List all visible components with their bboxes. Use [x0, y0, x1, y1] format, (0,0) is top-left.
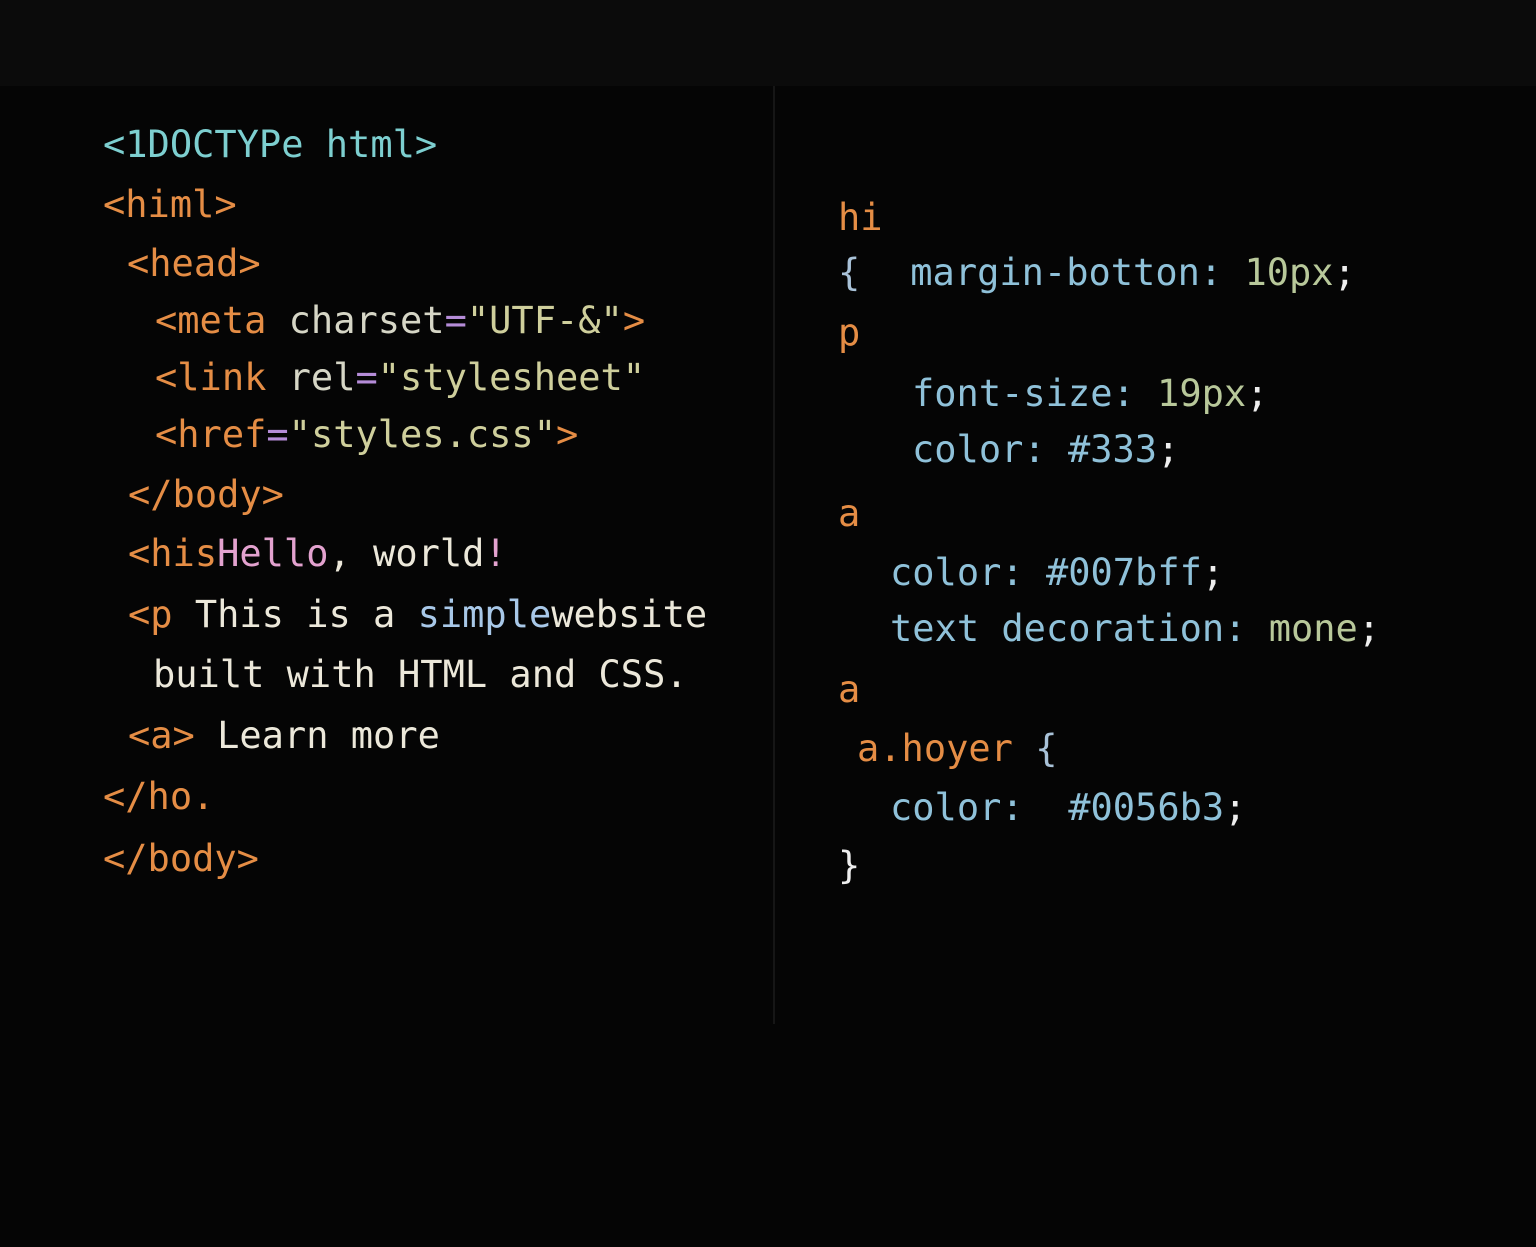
- code-token: color: [912, 428, 1024, 471]
- code-line: text decoration: mone;: [890, 607, 1380, 651]
- code-line: </ho.: [103, 775, 214, 819]
- code-token: color: [890, 786, 1002, 829]
- css-editor-pane[interactable]: hi { margin-botton: 10px; p font-size: 19…: [775, 86, 1536, 1024]
- code-token: {: [838, 251, 861, 294]
- code-token: <href: [155, 413, 267, 456]
- code-line: font-size: 19px;: [912, 372, 1268, 416]
- code-token: "UTF-&": [466, 299, 623, 342]
- code-line: <himl>: [103, 183, 237, 227]
- code-line: p: [838, 311, 860, 355]
- code-token: a.hoyer: [857, 727, 1013, 770]
- code-token: }: [838, 844, 861, 887]
- code-token: This is a: [194, 593, 418, 636]
- code-token: a: [838, 668, 861, 711]
- code-token: :: [1023, 428, 1068, 471]
- code-token: =: [355, 356, 378, 399]
- code-token: "styles.css": [288, 413, 556, 456]
- code-line: color: #333;: [912, 428, 1179, 472]
- code-token: ;: [1201, 551, 1225, 594]
- code-token: :: [1224, 607, 1269, 650]
- code-line: a.hoyer {: [857, 727, 1058, 771]
- code-token: <p: [128, 593, 195, 636]
- code-token: p: [838, 311, 861, 354]
- code-token: !: [484, 532, 507, 575]
- code-token: charset: [288, 299, 445, 342]
- code-token: , world: [328, 532, 485, 575]
- code-token: >: [622, 299, 646, 342]
- code-token: <a>: [128, 714, 218, 757]
- code-line: <p This is a simplewebsite: [128, 593, 707, 637]
- code-token: "stylesheet": [377, 356, 646, 399]
- code-token: >: [414, 123, 438, 166]
- code-line: }: [838, 844, 860, 888]
- code-line: <hisHello, world!: [128, 532, 507, 576]
- code-token: mone: [1268, 607, 1358, 650]
- code-token: color: [890, 551, 1002, 594]
- code-token: 10px: [1244, 251, 1334, 294]
- html-editor-pane[interactable]: <1DOCTYPe html> <himl> <head> <meta char…: [0, 86, 773, 1024]
- code-line: </body>: [128, 473, 284, 517]
- code-token: :: [1199, 251, 1245, 294]
- code-line: built with HTML and CSS.: [153, 653, 688, 697]
- code-line: <head>: [127, 242, 261, 286]
- code-token: <link: [155, 356, 289, 399]
- code-line: a: [838, 492, 860, 536]
- code-token: <meta: [155, 299, 289, 342]
- code-line: a: [838, 668, 860, 712]
- code-line: <1DOCTYPe html>: [103, 123, 437, 167]
- code-token: ;: [1333, 251, 1356, 294]
- code-line: </body>: [103, 837, 259, 881]
- code-token: Hello: [217, 532, 329, 575]
- code-token: {: [1012, 727, 1058, 770]
- code-line: <link rel="stylesheet": [155, 356, 645, 400]
- code-token: a: [838, 492, 861, 535]
- code-token: ;: [1157, 428, 1180, 471]
- code-token: :: [1001, 786, 1069, 829]
- code-token: built with HTML and CSS.: [153, 653, 688, 696]
- code-token: :: [1001, 551, 1046, 594]
- code-line: <href="styles.css">: [155, 413, 578, 457]
- code-line: color: #0056b3;: [890, 786, 1246, 830]
- code-token: ;: [1357, 607, 1381, 650]
- code-line: <meta charset="UTF-&">: [155, 299, 645, 343]
- code-token: =: [266, 413, 289, 456]
- code-token: <: [103, 123, 126, 166]
- code-line: <a> Learn more: [128, 714, 440, 758]
- code-token: =: [444, 299, 467, 342]
- code-token: </body>: [128, 473, 284, 516]
- code-token: 19px: [1157, 372, 1247, 415]
- code-token: rel: [288, 356, 356, 399]
- code-token: #0056b3: [1068, 786, 1225, 829]
- code-token: font-size: [912, 372, 1113, 415]
- code-token: website: [551, 593, 708, 636]
- code-token: Learn more: [217, 714, 440, 757]
- code-token: text decoration: [890, 607, 1225, 650]
- code-token: ;: [1246, 372, 1269, 415]
- code-line: color: #007bff;: [890, 551, 1224, 595]
- code-token: 1DOCTYPe html: [125, 123, 415, 166]
- code-token: #007bff: [1045, 551, 1202, 594]
- code-token: :: [1112, 372, 1158, 415]
- code-token: <head>: [127, 242, 261, 285]
- code-token: </ho.: [103, 775, 215, 818]
- editor-top-bar: [0, 0, 1536, 86]
- code-token: ;: [1224, 786, 1247, 829]
- code-token: #333: [1067, 428, 1158, 471]
- code-token: >: [555, 413, 579, 456]
- code-token: margin-botton: [910, 251, 1200, 294]
- code-line: { margin-botton: 10px;: [838, 251, 1356, 295]
- code-token: <himl>: [103, 183, 237, 226]
- code-token: <his: [128, 532, 218, 575]
- code-line: hi: [838, 196, 883, 240]
- code-token: simple: [417, 593, 552, 636]
- code-token: </body>: [103, 837, 259, 880]
- code-token: hi: [838, 196, 883, 239]
